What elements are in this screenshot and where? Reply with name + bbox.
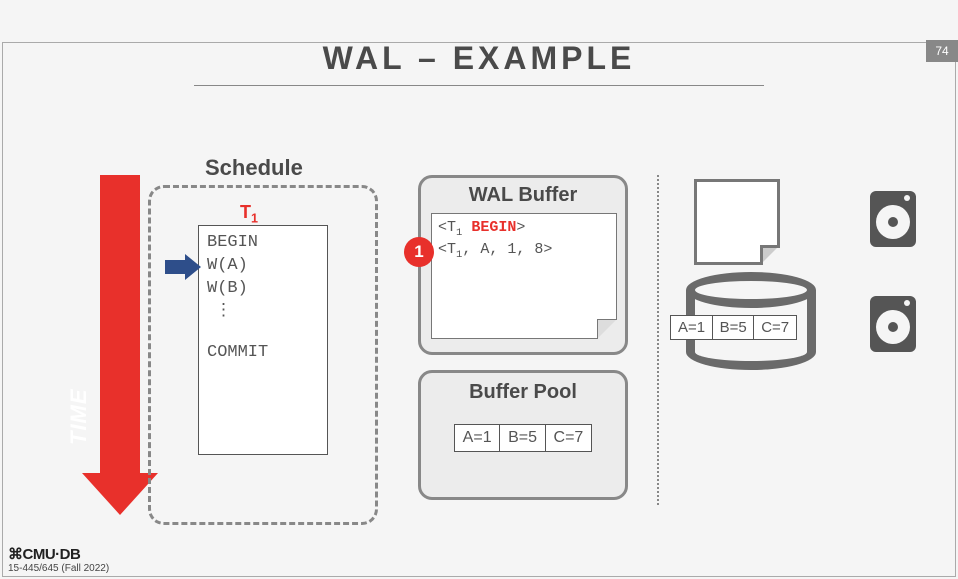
buffer-pool-cells: A=1 B=5 C=7 — [431, 424, 615, 452]
wal-buffer-title: WAL Buffer — [431, 184, 615, 207]
disk-icon-1 — [870, 191, 916, 247]
wal-buffer-note: <T1 BEGIN> <T1, A, 1, 8> — [431, 213, 617, 339]
wal-line-1: <T1 BEGIN> — [438, 218, 610, 240]
db-cell-b: B=5 — [712, 315, 755, 340]
time-arrow: TIME — [100, 175, 140, 515]
wal-buffer-card: WAL Buffer <T1 BEGIN> <T1, A, 1, 8> — [418, 175, 628, 355]
step-badge: 1 — [404, 237, 434, 267]
buffer-pool-title: Buffer Pool — [431, 381, 615, 404]
txn-label: T1 — [240, 202, 258, 226]
txn-line-begin: BEGIN — [207, 232, 319, 255]
db-cell-a: A=1 — [670, 315, 713, 340]
spacer — [207, 324, 319, 342]
time-label: TIME — [66, 388, 92, 445]
wal-line-2: <T1, A, 1, 8> — [438, 240, 610, 262]
txn-code: BEGIN W(A) W(B) ⋮ COMMIT — [198, 225, 328, 455]
page-fold-line — [597, 319, 617, 339]
txn-line-wa: W(A) — [207, 255, 319, 278]
time-arrow-body — [100, 175, 140, 475]
txn-line-commit: COMMIT — [207, 342, 319, 365]
bp-cell-c: C=7 — [545, 424, 593, 452]
database-cells: A=1 B=5 C=7 — [670, 315, 797, 340]
memory-disk-separator — [657, 175, 659, 505]
current-op-arrow-icon — [165, 254, 201, 280]
footer-logo: ⌘CMU·DB — [8, 545, 109, 563]
txn-line-wb: W(B) — [207, 278, 319, 301]
footer: ⌘CMU·DB 15-445/645 (Fall 2022) — [8, 545, 109, 574]
wal-file-icon — [694, 179, 780, 265]
time-arrow-head-icon — [82, 473, 158, 515]
txn-line-dots: ⋮ — [207, 301, 319, 324]
disk-icon-2 — [870, 296, 916, 352]
footer-course: 15-445/645 (Fall 2022) — [8, 563, 109, 574]
page-number: 74 — [926, 40, 958, 62]
db-cell-c: C=7 — [753, 315, 797, 340]
bp-cell-b: B=5 — [499, 424, 546, 452]
schedule-label: Schedule — [205, 155, 303, 181]
buffer-pool-card: Buffer Pool A=1 B=5 C=7 — [418, 370, 628, 500]
bp-cell-a: A=1 — [454, 424, 501, 452]
